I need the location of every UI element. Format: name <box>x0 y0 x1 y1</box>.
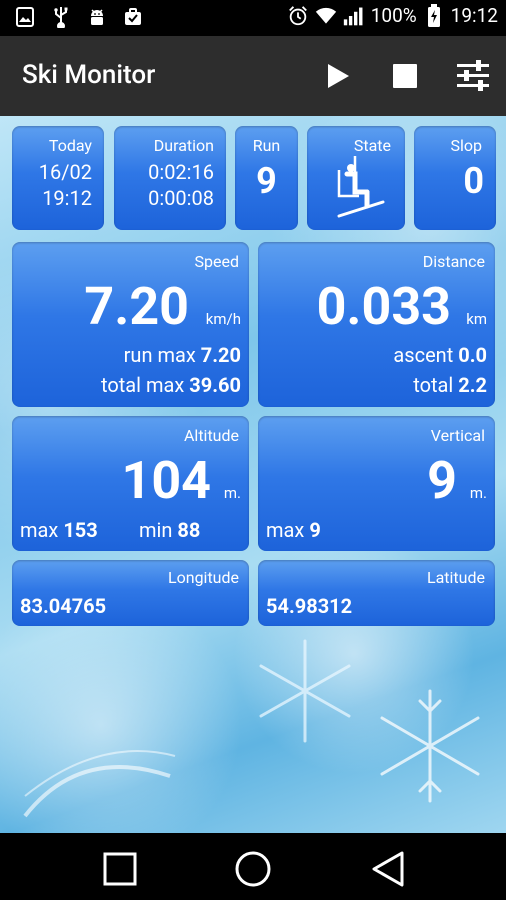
run-card: Run 9 <box>235 126 298 230</box>
state-card: State <box>307 126 405 230</box>
app-title: Ski Monitor <box>22 60 156 90</box>
duration-label: Duration <box>153 136 214 155</box>
vertical-card: Vertical 9 m. max 9 <box>258 416 495 551</box>
battery-icon <box>423 3 445 27</box>
altitude-unit: m. <box>223 484 241 502</box>
swirl-decoration <box>23 750 176 818</box>
status-time: 19:12 <box>450 4 498 27</box>
battery-percent: 100% <box>370 4 417 27</box>
distance-total: total 2.2 <box>413 373 487 397</box>
app-bar: Ski Monitor <box>0 36 506 116</box>
altitude-max: max 153 <box>20 518 98 542</box>
home-circle-icon <box>235 851 271 887</box>
latitude-card: Latitude 54.98312 <box>258 560 495 626</box>
speed-value: 7.20 <box>84 276 189 337</box>
vertical-unit: m. <box>469 484 487 502</box>
snowflake-decoration-2 <box>259 639 351 743</box>
today-label: Today <box>48 136 92 155</box>
duration-total: 0:02:16 <box>148 160 214 184</box>
duration-card: Duration 0:02:16 0:00:08 <box>114 126 226 230</box>
longitude-value: 83.04765 <box>20 594 107 618</box>
vertical-value: 9 <box>427 450 457 511</box>
status-bar: 100% 19:12 <box>0 0 506 36</box>
ski-lift-icon <box>337 156 385 218</box>
play-button[interactable] <box>315 54 359 98</box>
speed-card: Speed 7.20 km/h run max 7.20 total max 3… <box>12 242 249 407</box>
latitude-label: Latitude <box>426 568 485 587</box>
recents-square-icon <box>103 852 137 886</box>
alarm-icon <box>287 5 309 27</box>
run-value: 9 <box>256 160 277 202</box>
slope-value: 0 <box>463 160 484 202</box>
briefcase-check-icon <box>122 6 144 28</box>
recents-button[interactable] <box>100 849 140 889</box>
speed-total-max: total max 39.60 <box>100 373 241 397</box>
distance-card: Distance 0.033 km ascent 0.0 total 2.2 <box>258 242 495 407</box>
altitude-card: Altitude 104 m. max 153 min 88 <box>12 416 249 551</box>
duration-run: 0:00:08 <box>148 186 214 210</box>
usb-icon <box>50 6 72 28</box>
slope-label: Slop <box>450 136 483 155</box>
vertical-label: Vertical <box>430 426 485 445</box>
today-card: Today 16/02 19:12 <box>12 126 104 230</box>
state-label: State <box>353 136 391 155</box>
dashboard: Today 16/02 19:12 Duration 0:02:16 0:00:… <box>0 116 506 833</box>
vertical-max: max 9 <box>266 518 321 542</box>
stop-icon <box>393 64 417 88</box>
play-icon <box>328 64 349 88</box>
longitude-card: Longitude 83.04765 <box>12 560 249 626</box>
back-button[interactable] <box>368 849 408 889</box>
wifi-icon <box>315 5 337 27</box>
distance-label: Distance <box>422 252 485 271</box>
slope-card: Slop 0 <box>414 126 496 230</box>
distance-unit: km <box>466 310 487 328</box>
snowflake-decoration <box>380 689 480 803</box>
today-time: 19:12 <box>42 186 92 210</box>
run-label: Run <box>252 136 281 155</box>
speed-run-max: run max 7.20 <box>123 343 241 367</box>
settings-sliders-icon <box>457 60 489 91</box>
back-triangle-icon <box>372 851 404 887</box>
today-date: 16/02 <box>38 160 92 184</box>
image-icon <box>14 6 36 28</box>
speed-label: Speed <box>194 252 239 271</box>
navigation-bar <box>0 833 506 900</box>
android-debug-icon <box>86 6 108 28</box>
distance-value: 0.033 <box>316 276 451 337</box>
speed-unit: km/h <box>205 310 241 328</box>
longitude-label: Longitude <box>167 568 239 587</box>
altitude-value: 104 <box>121 450 211 511</box>
signal-icon <box>343 5 365 27</box>
altitude-min: min 88 <box>139 518 201 542</box>
settings-button[interactable] <box>451 54 495 98</box>
distance-ascent: ascent 0.0 <box>393 343 487 367</box>
stop-button[interactable] <box>383 54 427 98</box>
home-button[interactable] <box>233 849 273 889</box>
altitude-label: Altitude <box>183 426 239 445</box>
latitude-value: 54.98312 <box>266 594 353 618</box>
